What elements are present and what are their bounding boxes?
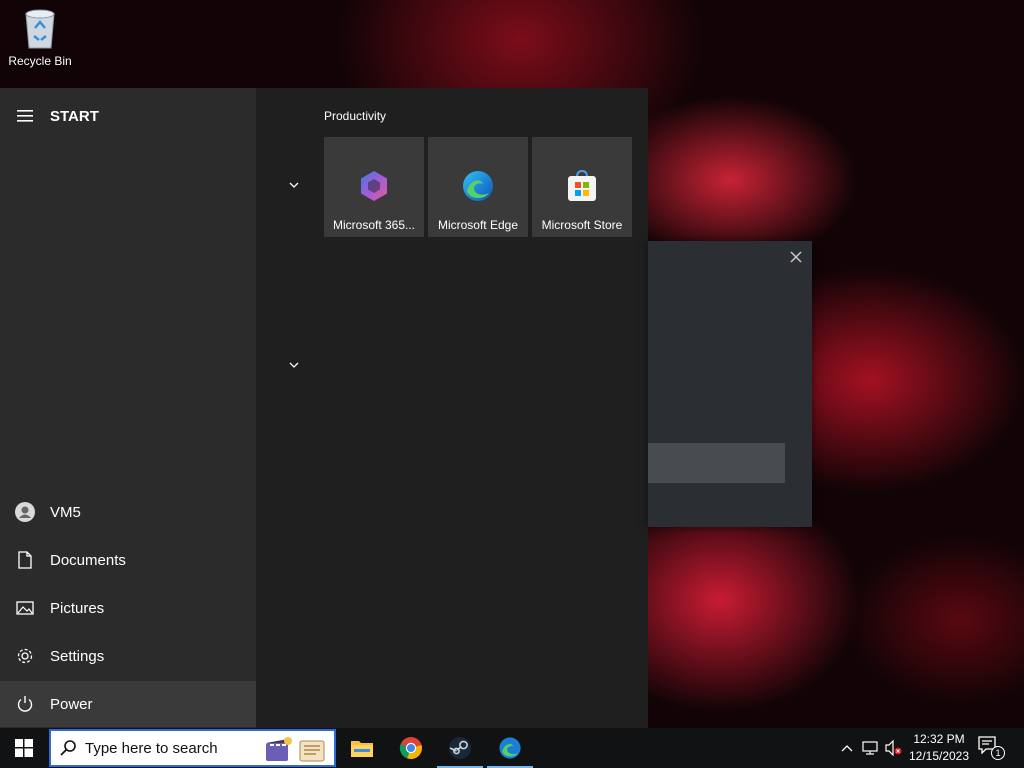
user-avatar-icon [0,502,50,522]
windows-logo-icon [15,739,33,757]
notification-count-badge: 1 [991,746,1005,760]
recycle-bin-icon [20,6,60,50]
search-icon [51,739,85,757]
start-rail: START VM5 Documents Pictures Settings Po… [0,88,256,728]
rail-item-label: Documents [50,551,126,569]
system-clock[interactable]: 12:32 PM 12/15/2023 [906,731,972,765]
desktop-icon-recycle-bin[interactable]: Recycle Bin [6,6,74,68]
action-center-button[interactable]: 1 [978,736,1006,762]
rail-item-power[interactable]: Power [0,681,256,727]
search-box[interactable]: Type here to search [49,729,336,767]
document-icon [0,551,50,569]
chevron-up-icon[interactable] [839,740,855,756]
tile-label: Microsoft Store [541,218,623,232]
taskbar-chrome[interactable] [387,728,435,768]
start-menu-header[interactable]: START [0,93,256,139]
rail-item-label: Pictures [50,599,105,617]
gear-icon [0,647,50,665]
pictures-icon [0,601,50,615]
rail-item-documents[interactable]: Documents [0,537,256,583]
power-icon [0,695,50,713]
microsoft-365-icon [357,169,391,203]
popup-dialog [648,241,812,527]
hamburger-menu-icon[interactable] [0,109,50,123]
clock-date: 12/15/2023 [908,749,970,763]
taskbar-file-explorer[interactable] [338,728,386,768]
start-menu: START VM5 Documents Pictures Settings Po… [0,88,648,728]
chevron-down-icon[interactable] [286,177,302,193]
taskbar-steam[interactable] [436,728,484,768]
store-icon [565,169,599,203]
rail-item-label: Settings [50,647,105,665]
tiles-area: Productivity Microsoft 365... Microsoft … [256,88,648,728]
close-icon[interactable] [788,249,804,265]
network-icon[interactable] [862,740,878,756]
tile-microsoft-365[interactable]: Microsoft 365... [324,137,424,237]
search-highlight-illustration-icon [262,735,328,763]
chevron-down-icon[interactable] [286,357,302,373]
desktop-icon-label: Recycle Bin [8,54,72,68]
steam-icon [449,737,471,759]
search-placeholder: Type here to search [85,739,218,757]
tile-microsoft-store[interactable]: Microsoft Store [532,137,632,237]
rail-item-label: Power [50,695,93,713]
volume-muted-icon[interactable] [885,739,902,757]
chrome-icon [399,737,422,760]
rail-item-settings[interactable]: Settings [0,633,256,679]
edge-icon [499,737,521,759]
tile-label: Microsoft Edge [437,218,519,232]
clock-time: 12:32 PM [913,732,965,746]
start-header-label: START [50,107,99,125]
taskbar-edge[interactable] [486,728,534,768]
edge-icon [461,169,495,203]
rail-item-user[interactable]: VM5 [0,489,256,535]
file-explorer-icon [351,741,373,757]
dialog-button[interactable] [648,443,785,483]
tile-group-title: Productivity [324,109,387,123]
tile-microsoft-edge[interactable]: Microsoft Edge [428,137,528,237]
start-button[interactable] [0,728,48,768]
tile-label: Microsoft 365... [332,218,416,232]
taskbar: Type here to search 12:32 PM 12/15/2023 … [0,728,1024,768]
rail-item-pictures[interactable]: Pictures [0,585,256,631]
rail-item-label: VM5 [50,503,81,521]
